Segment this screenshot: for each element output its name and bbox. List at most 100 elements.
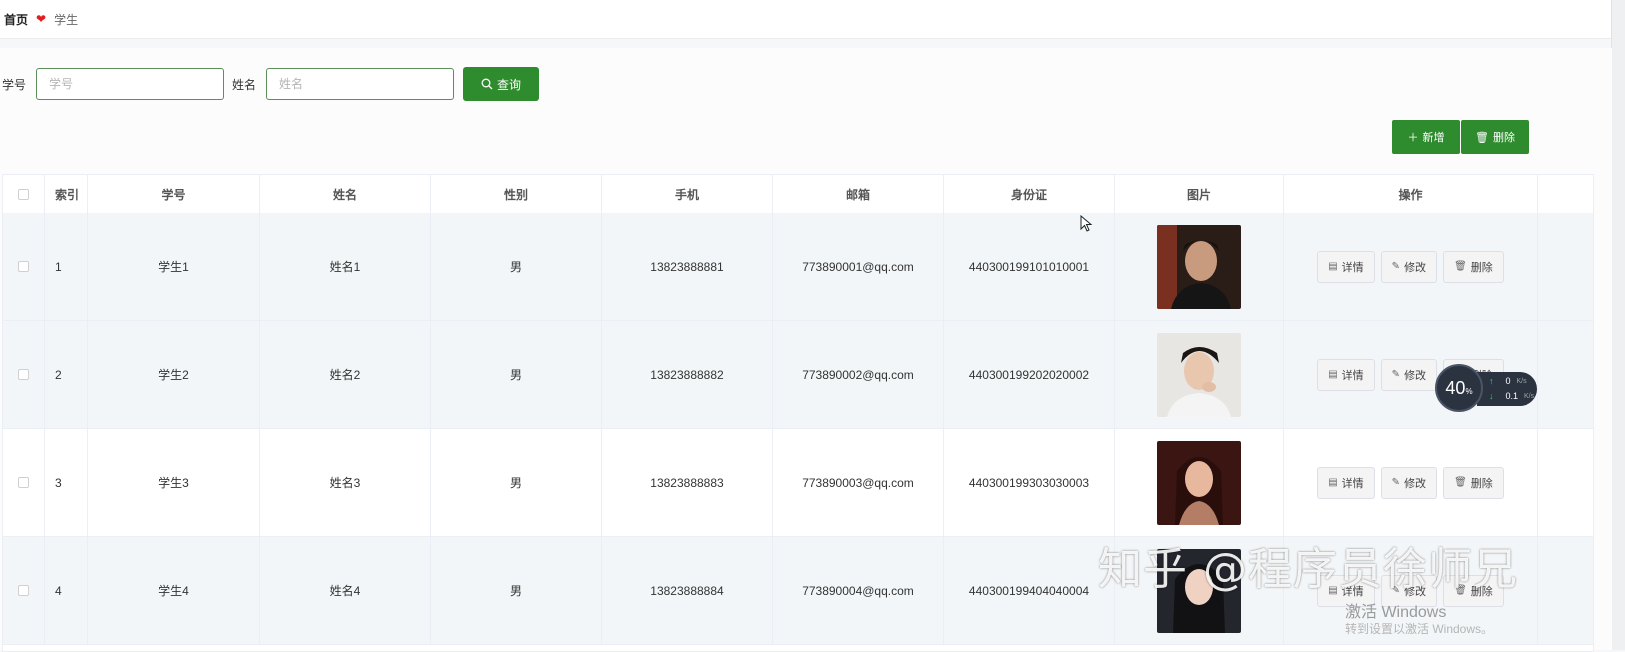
row-select-cell xyxy=(3,321,45,428)
student-photo[interactable] xyxy=(1157,224,1241,309)
watermark: 知乎 @程序员徐师兄 xyxy=(1098,544,1518,595)
cell-photo xyxy=(1115,213,1284,320)
cell-actions: ▤详情 ✎修改 🗑删除 xyxy=(1284,213,1538,320)
cell-student-id: 学生2 xyxy=(88,321,260,428)
cell-name: 姓名2 xyxy=(260,321,431,428)
cell-phone: 13823888884 xyxy=(602,537,773,644)
edit-button[interactable]: ✎ 修改 xyxy=(1380,250,1438,283)
name-label: 姓名 xyxy=(232,77,257,92)
table-row[interactable]: 1 学生1 姓名1 男 13823888881 773890001@qq.com… xyxy=(3,213,1593,321)
detail-label: 详情 xyxy=(1341,261,1364,274)
student-id-label: 学号 xyxy=(2,77,27,92)
detail-button[interactable]: ▤ 详情 xyxy=(1317,358,1375,391)
cell-name: 姓名1 xyxy=(260,213,431,320)
delete-button[interactable]: 🗑删除 xyxy=(1443,466,1504,499)
query-button-label: 查询 xyxy=(497,77,522,92)
usage-percent: 40 xyxy=(1445,377,1466,398)
edit-label: 修改 xyxy=(1404,369,1427,382)
batch-delete-button[interactable]: 🗑 删除 xyxy=(1461,120,1529,154)
query-button[interactable]: 查询 xyxy=(463,67,540,101)
header-name: 姓名 xyxy=(260,175,431,213)
page-scrollbar[interactable] xyxy=(1611,0,1625,650)
detail-label: 详情 xyxy=(1341,369,1364,382)
trash-icon: 🗑 xyxy=(1475,131,1489,144)
table-row[interactable]: 3 学生3 姓名3 男 13823888883 773890003@qq.com… xyxy=(3,429,1593,537)
name-input[interactable] xyxy=(266,68,455,100)
cell-name: 姓名3 xyxy=(260,429,431,536)
row-select-cell xyxy=(3,213,45,320)
detail-button[interactable]: ▤ 详情 xyxy=(1317,250,1375,283)
cell-gender: 男 xyxy=(431,537,602,644)
delete-label: 删除 xyxy=(1470,477,1493,490)
student-photo[interactable] xyxy=(1157,332,1241,417)
cell-gender: 男 xyxy=(431,429,602,536)
table-header: 索引 学号 姓名 性别 手机 邮箱 身份证 图片 操作 xyxy=(3,175,1593,214)
pencil-icon: ✎ xyxy=(1391,477,1401,488)
speed-panel: ↑ 0 K/s ↓ 0.1 K/s xyxy=(1477,372,1537,406)
cell-index: 4 xyxy=(45,537,88,644)
cell-index: 1 xyxy=(45,213,88,320)
add-button[interactable]: ＋ 新增 xyxy=(1392,120,1460,154)
breadcrumb-home[interactable]: 首页 xyxy=(4,11,28,28)
cell-gender: 男 xyxy=(431,213,602,320)
plus-icon: ＋ xyxy=(1407,132,1419,144)
cell-phone: 13823888883 xyxy=(602,429,773,536)
cell-email: 773890002@qq.com xyxy=(773,321,944,428)
cell-email: 773890003@qq.com xyxy=(773,429,944,536)
table-row[interactable]: 2 学生2 姓名2 男 13823888882 773890002@qq.com… xyxy=(3,321,1593,429)
student-photo[interactable] xyxy=(1157,440,1241,525)
download-line: ↓ 0.1 K/s xyxy=(1489,391,1534,401)
breadcrumb-current: 学生 xyxy=(54,12,79,27)
row-checkbox[interactable] xyxy=(18,261,29,272)
detail-button[interactable]: ▤ 详情 xyxy=(1317,466,1375,499)
cell-actions: ▤详情 ✎修改 🗑删除 xyxy=(1284,429,1538,536)
document-icon: ▤ xyxy=(1328,261,1338,272)
header-id-card: 身份证 xyxy=(944,175,1115,213)
header-phone: 手机 xyxy=(602,175,773,213)
header-index: 索引 xyxy=(45,175,88,213)
upload-line: ↑ 0 K/s xyxy=(1489,376,1527,386)
select-all-checkbox[interactable] xyxy=(18,188,29,200)
cell-index: 3 xyxy=(45,429,88,536)
edit-button[interactable]: ✎ 修改 xyxy=(1380,466,1438,499)
download-unit: K/s xyxy=(1524,392,1535,400)
edit-label: 修改 xyxy=(1404,261,1427,274)
delete-label: 删除 xyxy=(1470,261,1493,274)
pencil-icon: ✎ xyxy=(1391,261,1401,272)
network-speed-widget[interactable]: ↑ 0 K/s ↓ 0.1 K/s 40% xyxy=(1435,364,1537,412)
select-all-cell xyxy=(3,175,45,213)
download-arrow-icon: ↓ xyxy=(1489,391,1494,401)
cell-email: 773890001@qq.com xyxy=(773,213,944,320)
document-icon: ▤ xyxy=(1328,369,1338,380)
row-checkbox[interactable] xyxy=(18,585,29,596)
upload-unit: K/s xyxy=(1516,377,1527,385)
add-button-label: 新增 xyxy=(1422,132,1445,144)
trash-icon: 🗑 xyxy=(1454,477,1467,488)
heart-icon: ❤ xyxy=(36,12,47,26)
row-checkbox[interactable] xyxy=(18,477,29,488)
cell-photo xyxy=(1115,429,1284,536)
cell-id-card: 440300199404040004 xyxy=(944,537,1115,644)
breadcrumb: 首页 ❤ 学生 xyxy=(0,0,1612,39)
pencil-icon: ✎ xyxy=(1391,369,1401,380)
cell-index: 2 xyxy=(45,321,88,428)
cell-phone: 13823888881 xyxy=(602,213,773,320)
download-speed: 0.1 xyxy=(1505,391,1519,401)
delete-button[interactable]: 🗑删除 xyxy=(1443,250,1504,283)
student-id-input[interactable] xyxy=(36,68,225,100)
row-select-cell xyxy=(3,537,45,644)
header-email: 邮箱 xyxy=(773,175,944,213)
cell-student-id: 学生3 xyxy=(88,429,260,536)
header-gender: 性别 xyxy=(431,175,602,213)
header-actions: 操作 xyxy=(1284,175,1538,213)
search-bar: 学号 姓名 查询 xyxy=(0,66,540,102)
row-checkbox[interactable] xyxy=(18,369,29,380)
batch-delete-label: 删除 xyxy=(1492,132,1515,144)
cell-student-id: 学生4 xyxy=(88,537,260,644)
mouse-cursor-icon xyxy=(1080,215,1093,232)
edit-button[interactable]: ✎ 修改 xyxy=(1380,358,1438,391)
trash-icon: 🗑 xyxy=(1454,261,1467,272)
header-student-id: 学号 xyxy=(88,175,260,213)
cell-email: 773890004@qq.com xyxy=(773,537,944,644)
detail-label: 详情 xyxy=(1341,477,1364,490)
